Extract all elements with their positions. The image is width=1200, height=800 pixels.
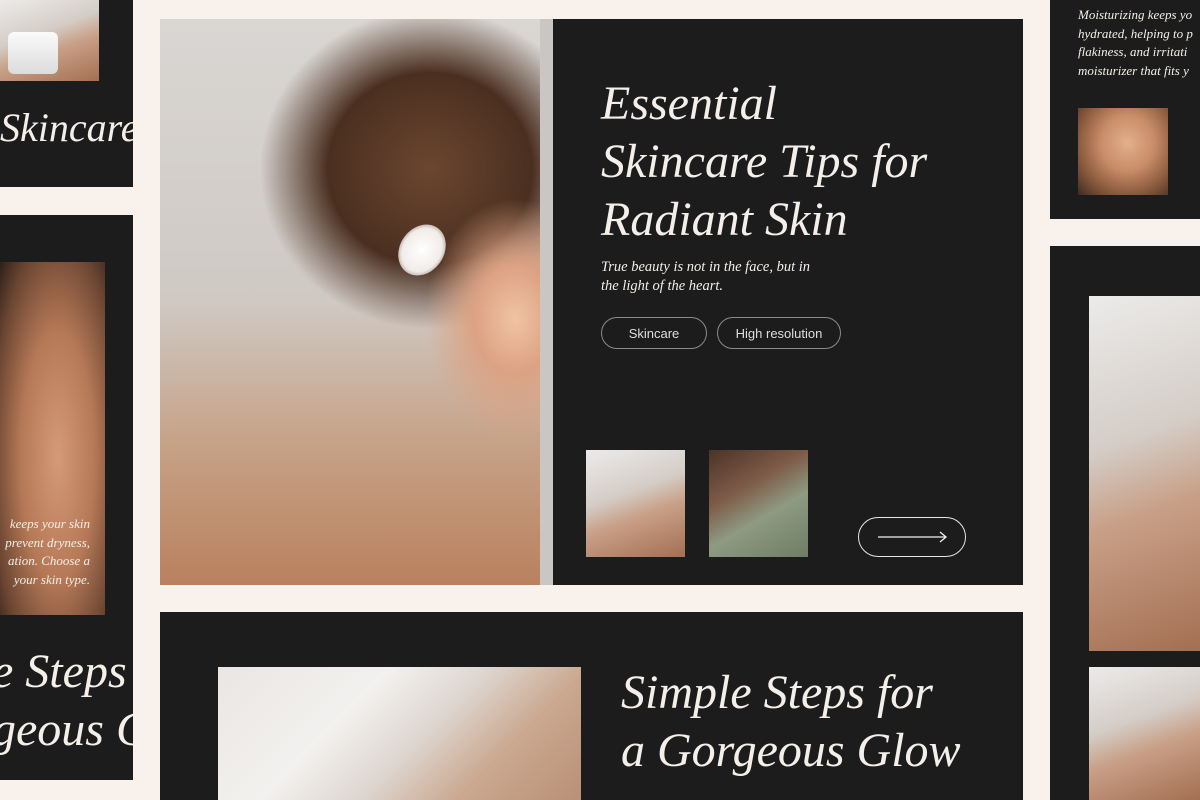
right-top-text-line3: flakiness, and irritati bbox=[1078, 44, 1188, 59]
thumbnail-clay-mask[interactable] bbox=[709, 450, 808, 557]
right-bottom-card bbox=[1050, 246, 1200, 800]
left-mid-text: keeps your skin prevent dryness, ation. … bbox=[0, 515, 90, 589]
bottom-title-line1: Simple Steps for bbox=[621, 666, 933, 719]
hero-quote-line2: the light of the heart. bbox=[601, 278, 724, 294]
left-top-title: Skincare bbox=[0, 105, 133, 150]
right-top-card: Moisturizing keeps yo hydrated, helping … bbox=[1050, 0, 1200, 219]
bottom-title-line2: a Gorgeous Glow bbox=[621, 724, 961, 777]
hero-title-line3: Radiant Skin bbox=[601, 193, 848, 246]
hero-title: Essential Skincare Tips for Radiant Skin bbox=[601, 75, 927, 249]
hero-quote-line1: True beauty is not in the face, but in bbox=[601, 259, 811, 275]
cream-jar-photo bbox=[0, 0, 99, 81]
left-mid-title-line1: e Steps f bbox=[0, 645, 133, 698]
hero-quote: True beauty is not in the face, but in t… bbox=[601, 258, 810, 296]
bottom-card: Simple Steps for a Gorgeous Glow bbox=[160, 612, 1023, 800]
hero-card: Essential Skincare Tips for Radiant Skin… bbox=[160, 19, 1023, 585]
left-mid-card: keeps your skin prevent dryness, ation. … bbox=[0, 215, 133, 780]
right-top-text-line2: hydrated, helping to p bbox=[1078, 25, 1193, 41]
tag-high-resolution[interactable]: High resolution bbox=[717, 317, 841, 349]
right-closeup-photo-2 bbox=[1089, 667, 1200, 800]
hand-photo bbox=[218, 667, 581, 800]
left-mid-text-line2: prevent dryness, bbox=[5, 534, 90, 550]
next-arrow-button[interactable] bbox=[858, 517, 966, 557]
right-top-text-line4: moisturizer that fits y bbox=[1078, 62, 1189, 78]
left-mid-text-line4: your skin type. bbox=[13, 571, 90, 587]
thumbnail-gua-sha[interactable] bbox=[586, 450, 685, 557]
hero-title-line1: Essential bbox=[601, 77, 777, 130]
left-mid-text-line3: ation. Choose a bbox=[8, 553, 90, 568]
cream-smear bbox=[388, 215, 456, 285]
left-mid-title-line2: geous Gl bbox=[0, 703, 133, 756]
right-top-thumbnail bbox=[1078, 108, 1168, 195]
cream-jar bbox=[8, 32, 58, 74]
bottom-title: Simple Steps for a Gorgeous Glow bbox=[621, 664, 961, 780]
left-mid-text-line1: keeps your skin bbox=[9, 516, 90, 531]
hero-model-photo bbox=[160, 19, 540, 585]
hero-title-line2: Skincare Tips for bbox=[601, 135, 928, 188]
tag-skincare[interactable]: Skincare bbox=[601, 317, 707, 349]
hero-divider-strip bbox=[540, 19, 553, 585]
long-right-arrow-icon bbox=[878, 531, 948, 543]
left-top-card: Skincare bbox=[0, 0, 133, 187]
right-closeup-photo-1 bbox=[1089, 296, 1200, 651]
left-mid-title: e Steps f geous Gl bbox=[0, 643, 133, 759]
right-top-text-line1: Moisturizing keeps yo bbox=[1078, 7, 1193, 22]
right-top-text: Moisturizing keeps yo hydrated, helping … bbox=[1078, 6, 1193, 80]
